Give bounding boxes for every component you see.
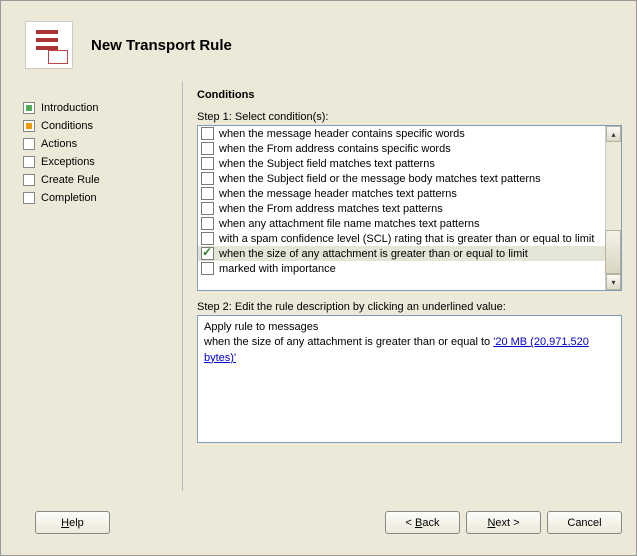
condition-label: when the Subject field matches text patt… bbox=[219, 158, 435, 170]
condition-checkbox[interactable] bbox=[201, 217, 214, 230]
nav-step-icon bbox=[23, 138, 35, 150]
condition-item[interactable]: marked with importance bbox=[198, 261, 621, 276]
page-title: New Transport Rule bbox=[91, 37, 232, 54]
nav-step-create-rule[interactable]: Create Rule bbox=[21, 171, 176, 189]
section-heading: Conditions bbox=[197, 89, 622, 101]
nav-step-actions[interactable]: Actions bbox=[21, 135, 176, 153]
nav-step-completion[interactable]: Completion bbox=[21, 189, 176, 207]
condition-item[interactable]: when the Subject field or the message bo… bbox=[198, 171, 621, 186]
condition-checkbox[interactable] bbox=[201, 232, 214, 245]
nav-step-icon bbox=[23, 156, 35, 168]
nav-step-icon bbox=[23, 120, 35, 132]
condition-checkbox[interactable] bbox=[201, 142, 214, 155]
nav-step-label: Exceptions bbox=[41, 156, 95, 168]
description-line1: Apply rule to messages bbox=[204, 320, 615, 335]
step1-label: Step 1: Select condition(s): bbox=[197, 111, 622, 123]
condition-item[interactable]: when any attachment file name matches te… bbox=[198, 216, 621, 231]
wizard-header: New Transport Rule bbox=[1, 1, 636, 81]
condition-label: when the message header contains specifi… bbox=[219, 128, 465, 140]
rule-description: Apply rule to messages when the size of … bbox=[197, 315, 622, 443]
nav-step-label: Introduction bbox=[41, 102, 98, 114]
condition-item[interactable]: when the message header matches text pat… bbox=[198, 186, 621, 201]
condition-checkbox[interactable] bbox=[201, 247, 214, 260]
condition-item[interactable]: when the From address matches text patte… bbox=[198, 201, 621, 216]
nav-step-icon bbox=[23, 102, 35, 114]
nav-step-label: Create Rule bbox=[41, 174, 100, 186]
nav-step-introduction[interactable]: Introduction bbox=[21, 99, 176, 117]
condition-item[interactable]: when the size of any attachment is great… bbox=[198, 246, 621, 261]
condition-checkbox[interactable] bbox=[201, 172, 214, 185]
nav-step-conditions[interactable]: Conditions bbox=[21, 117, 176, 135]
scroll-up-button[interactable]: ▴ bbox=[606, 126, 621, 142]
nav-step-icon bbox=[23, 174, 35, 186]
condition-checkbox[interactable] bbox=[201, 157, 214, 170]
condition-item[interactable]: when the Subject field matches text patt… bbox=[198, 156, 621, 171]
condition-item[interactable]: when the From address contains specific … bbox=[198, 141, 621, 156]
nav-step-label: Completion bbox=[41, 192, 97, 204]
divider bbox=[182, 81, 183, 491]
next-button[interactable]: Next > bbox=[466, 511, 541, 534]
step2-label: Step 2: Edit the rule description by cli… bbox=[197, 301, 622, 313]
condition-label: when the From address matches text patte… bbox=[219, 203, 443, 215]
conditions-list: when the message header contains specifi… bbox=[197, 125, 622, 291]
nav-step-icon bbox=[23, 192, 35, 204]
help-button[interactable]: Help bbox=[35, 511, 110, 534]
back-button[interactable]: < Back bbox=[385, 511, 460, 534]
condition-label: when the message header matches text pat… bbox=[219, 188, 457, 200]
cancel-button[interactable]: Cancel bbox=[547, 511, 622, 534]
condition-label: when the From address contains specific … bbox=[219, 143, 451, 155]
condition-label: when the size of any attachment is great… bbox=[219, 248, 528, 260]
scrollbar[interactable]: ▴ ▾ bbox=[605, 126, 621, 290]
wizard-body: Introduction Conditions Actions Exceptions C… bbox=[1, 81, 636, 491]
condition-item[interactable]: when the message header contains specifi… bbox=[198, 126, 621, 141]
condition-label: when the Subject field or the message bo… bbox=[219, 173, 541, 185]
wizard-icon bbox=[25, 21, 73, 69]
nav-step-label: Conditions bbox=[41, 120, 93, 132]
wizard-main: Conditions Step 1: Select condition(s): … bbox=[189, 81, 626, 491]
scroll-thumb[interactable] bbox=[605, 230, 621, 274]
condition-checkbox[interactable] bbox=[201, 262, 214, 275]
condition-checkbox[interactable] bbox=[201, 202, 214, 215]
nav-step-exceptions[interactable]: Exceptions bbox=[21, 153, 176, 171]
wizard-footer: Help < Back Next > Cancel bbox=[1, 491, 636, 534]
condition-label: with a spam confidence level (SCL) ratin… bbox=[219, 233, 594, 245]
nav-step-label: Actions bbox=[41, 138, 77, 150]
condition-label: marked with importance bbox=[219, 263, 336, 275]
condition-item[interactable]: with a spam confidence level (SCL) ratin… bbox=[198, 231, 621, 246]
condition-checkbox[interactable] bbox=[201, 127, 214, 140]
condition-checkbox[interactable] bbox=[201, 187, 214, 200]
condition-label: when any attachment file name matches te… bbox=[219, 218, 479, 230]
description-line2: when the size of any attachment is great… bbox=[204, 335, 615, 366]
scroll-down-button[interactable]: ▾ bbox=[606, 274, 621, 290]
wizard-nav: Introduction Conditions Actions Exceptions C… bbox=[21, 81, 176, 491]
